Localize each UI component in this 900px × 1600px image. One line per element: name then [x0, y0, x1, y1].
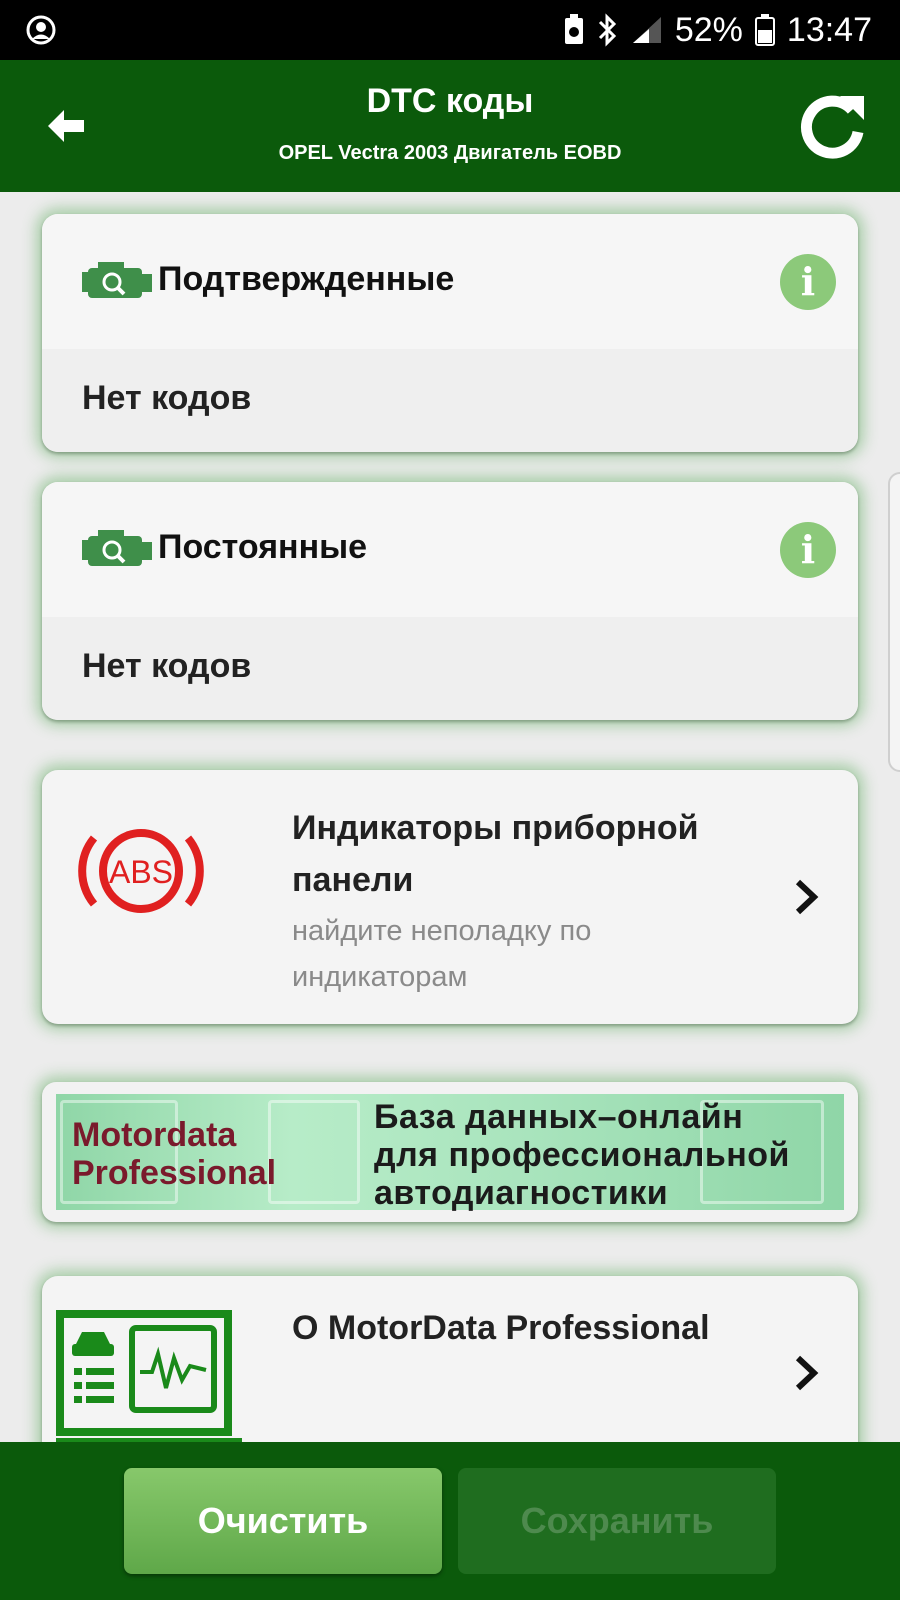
dtc-card-header: Постоянные i: [42, 482, 858, 617]
page-subtitle: OPEL Vectra 2003 Двигатель EOBD: [278, 142, 622, 164]
bottom-action-bar: Очистить Сохранить: [0, 1442, 900, 1600]
battery-saver-icon: [564, 14, 583, 44]
bluetooth-icon: [598, 13, 616, 47]
banner-brand: Motordata Professional: [72, 1116, 276, 1192]
clock: 13:47: [786, 10, 872, 49]
scroll-indicator[interactable]: [888, 472, 900, 772]
signal-icon: [632, 17, 661, 43]
about-card[interactable]: О MotorData Professional: [42, 1276, 858, 1442]
app-bar: DTC коды OPEL Vectra 2003 Двигатель EOBD: [0, 60, 900, 192]
content-area: Подтвержденные i Нет кодов Постоянные i …: [0, 192, 900, 1442]
account-icon: [26, 15, 56, 45]
banner-tagline-line1: База данных–онлайн: [374, 1098, 744, 1136]
banner-tagline-line2: для профессиональной: [374, 1136, 790, 1174]
page-title: DTC коды: [366, 82, 534, 120]
info-icon[interactable]: i: [780, 522, 836, 578]
banner-ghost-frame: [268, 1100, 360, 1204]
battery-icon: [754, 14, 775, 46]
chevron-right-icon: [795, 879, 819, 915]
clear-button[interactable]: Очистить: [124, 1468, 442, 1574]
banner-brand-line2: Professional: [72, 1154, 277, 1192]
status-bar: 52% 13:47: [0, 0, 900, 60]
card-title: Индикаторы приборной панели: [292, 809, 699, 899]
chevron-right-icon: [795, 1355, 819, 1391]
dtc-card-permanent: Постоянные i Нет кодов: [42, 482, 858, 720]
refresh-icon[interactable]: [798, 88, 870, 160]
banner-tagline: База данных–онлайн для профессиональной …: [374, 1098, 790, 1212]
banner-tagline-line3: автодиагностики: [374, 1174, 669, 1212]
info-icon[interactable]: i: [780, 254, 836, 310]
engine-check-icon: [82, 262, 152, 298]
card-title: О MotorData Professional: [292, 1309, 710, 1347]
dtc-card-confirmed: Подтвержденные i Нет кодов: [42, 214, 858, 452]
dashboard-indicators-card[interactable]: ABS Индикаторы приборной панели найдите …: [42, 770, 858, 1024]
svg-text:ABS: ABS: [109, 854, 173, 890]
motordata-banner[interactable]: Motordata Professional База данных–онлай…: [42, 1082, 858, 1222]
dtc-value: Нет кодов: [82, 647, 252, 685]
banner-brand-line1: Motordata: [72, 1116, 237, 1154]
battery-percent: 52%: [674, 10, 743, 49]
engine-check-icon: [82, 530, 152, 566]
abs-warning-icon: ABS: [78, 829, 204, 913]
dtc-value: Нет кодов: [82, 379, 252, 417]
diagnostic-monitor-icon: [56, 1310, 242, 1442]
card-subtitle: найдите неполадку по индикаторам: [292, 915, 592, 993]
dtc-section-label: Подтвержденные: [158, 260, 455, 298]
dtc-card-header: Подтвержденные i: [42, 214, 858, 349]
save-button[interactable]: Сохранить: [458, 1468, 776, 1574]
dtc-card-body: Нет кодов: [42, 349, 858, 452]
dtc-section-label: Постоянные: [158, 528, 368, 566]
banner-background: Motordata Professional База данных–онлай…: [56, 1094, 844, 1212]
dtc-card-body: Нет кодов: [42, 617, 858, 720]
